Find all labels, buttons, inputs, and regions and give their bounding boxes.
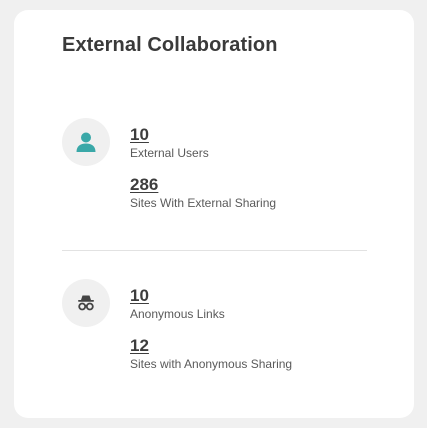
external-stats: 10 External Users 286 Sites With Externa… <box>130 125 276 225</box>
stat-sites-anonymous-sharing: 12 Sites with Anonymous Sharing <box>130 336 292 372</box>
incognito-icon <box>62 279 110 327</box>
stat-sites-external-sharing: 286 Sites With External Sharing <box>130 175 276 211</box>
anonymous-links-count-link[interactable]: 10 <box>130 286 149 306</box>
user-icon <box>62 118 110 166</box>
external-users-label: External Users <box>130 146 209 160</box>
section-divider <box>62 250 367 251</box>
card-title: External Collaboration <box>62 34 278 56</box>
sites-anonymous-sharing-count-link[interactable]: 12 <box>130 336 149 356</box>
anonymous-stats: 10 Anonymous Links 12 Sites with Anonymo… <box>130 286 292 386</box>
anonymous-links-label: Anonymous Links <box>130 307 225 321</box>
sites-external-sharing-count-link[interactable]: 286 <box>130 175 158 195</box>
external-users-count-link[interactable]: 10 <box>130 125 149 145</box>
sites-external-sharing-label: Sites With External Sharing <box>130 196 277 210</box>
stat-external-users: 10 External Users <box>130 125 276 161</box>
external-collaboration-card: External Collaboration 10 External Users… <box>14 10 414 418</box>
stat-anonymous-links: 10 Anonymous Links <box>130 286 292 322</box>
sites-anonymous-sharing-label: Sites with Anonymous Sharing <box>130 357 293 371</box>
